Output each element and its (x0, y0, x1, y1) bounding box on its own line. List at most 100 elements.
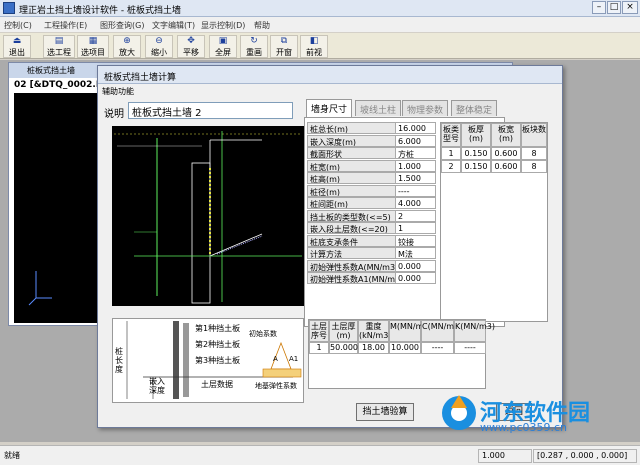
param-value[interactable]: 0.000 (395, 272, 436, 284)
param-value[interactable]: 16.000 (395, 122, 436, 134)
param-label: 初始弹性系数A1(MN/m3) (307, 272, 397, 284)
view-icon: ◧ (309, 36, 319, 46)
sketch-a1: A1 (289, 355, 299, 363)
table-cell[interactable]: 0.600 (491, 160, 521, 173)
select-item-button[interactable]: ▦ 选项目 (77, 35, 109, 58)
param-value[interactable]: ---- (395, 184, 436, 197)
table-header: K(MN/m3) (454, 320, 495, 342)
redraw-label: 重画 (246, 48, 262, 57)
table-cell[interactable]: 18.00 (358, 342, 389, 354)
sketch-init-coef: 初始系数 (249, 330, 277, 338)
title-bar: 理正岩土挡土墙设计软件 - 桩板式挡土墙 – □ × (0, 0, 640, 17)
param-label: 初始弹性系数A(MN/m3) (307, 259, 397, 272)
status-zoom: 1.000 (478, 449, 532, 463)
param-value[interactable]: 6.000 (395, 134, 436, 147)
zoom-out-label: 缩小 (151, 48, 167, 57)
menu-help[interactable]: 帮助 (254, 20, 270, 31)
open-window-button[interactable]: ⧉ 开窗 (270, 35, 298, 58)
name-label: 说明 (104, 109, 124, 120)
param-value[interactable]: 4.000 (395, 197, 436, 209)
select-item-label: 选项目 (81, 48, 105, 57)
param-value[interactable]: 2 (395, 209, 436, 222)
table-header: 板块数 (521, 123, 547, 147)
zoom-out-icon: ⊖ (155, 36, 163, 46)
table-header: 重度(kN/m3) (358, 320, 392, 342)
sketch-board1: 第1种挡土板 (195, 324, 241, 333)
table-cell[interactable]: ---- (454, 342, 486, 354)
child-canvas (14, 93, 108, 323)
board-type-table: 板类型号 板厚(m) 板宽(m) 板块数 1 0.150 0.600 8 2 0.150 0.600… (440, 122, 548, 322)
watermark: 河东软件园 www.pc0359.cn (438, 393, 638, 435)
param-value[interactable]: 铰接 (395, 234, 436, 247)
toolbar: ⏏ 退出 ▤ 选工程 ▦ 选项目 ⊕ 放大 ⊖ 缩小 ✥ 平移 ▣ 全屏 ↻ 重画 ⧉ 开窗 ◧ 前… (0, 33, 640, 59)
table-cell[interactable]: 8 (521, 147, 547, 160)
status-bar: 就绪 1.000 [0.287 , 0.000 , 0.000] (0, 445, 640, 465)
table-cell[interactable]: ---- (421, 342, 454, 354)
param-label: 截面形状 (307, 147, 397, 159)
maximize-button[interactable]: □ (607, 1, 621, 14)
menu-graphics[interactable]: 图形查询(G) (100, 20, 144, 31)
menu-project[interactable]: 工程操作(E) (44, 20, 87, 31)
select-project-label: 选工程 (47, 48, 71, 57)
table-cell[interactable]: 0.600 (491, 147, 521, 160)
select-project-button[interactable]: ▤ 选工程 (43, 35, 75, 58)
table-cell[interactable]: 8 (521, 160, 547, 173)
table-header: 土层序号 (309, 320, 329, 342)
zoom-in-button[interactable]: ⊕ 放大 (113, 35, 141, 58)
tab-physical[interactable]: 物理参数 (402, 100, 449, 116)
dialog-menu-aux[interactable]: 辅助功能 (102, 86, 134, 97)
status-coords: [0.287 , 0.000 , 0.000] (533, 449, 637, 463)
sketch-soil-layers: 土层数据 (201, 380, 233, 389)
pan-icon: ✥ (187, 36, 195, 46)
minimize-button[interactable]: – (592, 1, 606, 14)
sketch-base-coef: 地基弹性系数 (255, 382, 297, 390)
name-input[interactable]: 桩板式挡土墙 2 (128, 102, 293, 119)
param-value[interactable]: 1.000 (395, 159, 436, 172)
table-cell[interactable]: 0.150 (461, 147, 491, 160)
front-view-button[interactable]: ◧ 前视 (300, 35, 328, 58)
window-icon: ⧉ (280, 36, 288, 46)
table-cell[interactable]: 10.000 (389, 342, 421, 354)
front-view-label: 前视 (306, 48, 322, 57)
wall-calc-dialog: 桩板式挡土墙计算 辅助功能 说明 桩板式挡土墙 2 第1种挡土板 第2种挡土板 … (97, 65, 563, 428)
param-value[interactable]: 1 (395, 222, 436, 234)
menu-display[interactable]: 显示控制(D) (201, 20, 245, 31)
folder-icon: ▤ (54, 36, 64, 46)
fullscreen-icon: ▣ (218, 36, 228, 46)
param-label: 桩底支承条件 (307, 234, 397, 247)
table-cell[interactable]: 2 (441, 160, 461, 173)
calc-wall-button[interactable]: 挡土墙验算 (356, 403, 414, 421)
param-label: 计算方法 (307, 247, 397, 259)
param-value[interactable]: 1.500 (395, 172, 436, 184)
table-header: 板厚(m) (461, 123, 491, 147)
redraw-button[interactable]: ↻ 重画 (240, 35, 268, 58)
soil-layer-table: 土层序号 土层厚(m) 重度(kN/m3) M(MN/m4) C(MN/m3.5) K(M… (308, 319, 495, 389)
pan-button[interactable]: ✥ 平移 (177, 35, 205, 58)
param-value[interactable]: 方桩 (395, 147, 436, 159)
menu-control[interactable]: 控制(C) (4, 20, 32, 31)
dialog-title: 桩板式挡土墙计算 (104, 73, 177, 83)
menu-bar: 控制(C) 工程操作(E) 图形查询(G) 文字编辑(T) 显示控制(D) 帮助 (0, 17, 640, 32)
param-value[interactable]: M法 (395, 247, 436, 259)
exit-button[interactable]: ⏏ 退出 (3, 35, 31, 58)
param-label: 桩总长(m) (307, 122, 397, 134)
param-label: 桩间距(m) (307, 197, 397, 209)
zoom-in-icon: ⊕ (123, 36, 131, 46)
table-cell[interactable]: 0.150 (461, 160, 491, 173)
app-title: 理正岩土挡土墙设计软件 - 桩板式挡土墙 (19, 6, 181, 16)
close-icon[interactable]: × (622, 1, 638, 14)
menu-text[interactable]: 文字编辑(T) (152, 20, 195, 31)
table-cell[interactable]: 50.000 (329, 342, 358, 354)
tab-wall-size[interactable]: 墙身尺寸 (306, 99, 353, 117)
param-value[interactable]: 0.000 (395, 259, 436, 272)
table-header: M(MN/m4) (389, 320, 432, 342)
open-window-label: 开窗 (276, 48, 292, 57)
tab-slope-line[interactable]: 坡线土柱 (355, 100, 402, 116)
dialog-title-bar: 桩板式挡土墙计算 (98, 66, 562, 84)
tab-stability[interactable]: 整体稳定 (451, 100, 498, 116)
fullscreen-button[interactable]: ▣ 全屏 (209, 35, 237, 58)
table-cell[interactable]: 1 (309, 342, 329, 354)
table-header: 板类型号 (441, 123, 461, 147)
zoom-out-button[interactable]: ⊖ 缩小 (145, 35, 173, 58)
table-cell[interactable]: 1 (441, 147, 461, 160)
